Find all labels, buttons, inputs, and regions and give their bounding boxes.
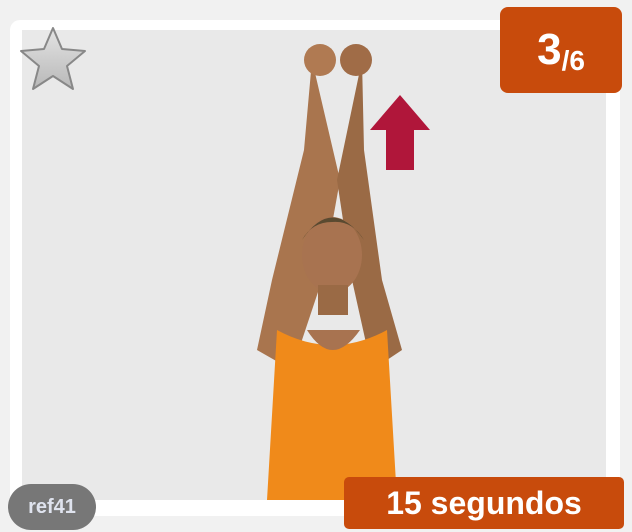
star-outline-icon[interactable] [18, 24, 88, 94]
reference-badge: ref41 [8, 484, 96, 530]
duration-badge: 15 segundos [344, 477, 624, 529]
step-total: /6 [561, 45, 585, 76]
step-counter-badge: 3 /6 [500, 7, 622, 93]
arrow-up-icon [370, 95, 430, 170]
step-number: 3 [537, 25, 562, 74]
stretching-figure [257, 44, 430, 500]
exercise-image [22, 30, 606, 500]
